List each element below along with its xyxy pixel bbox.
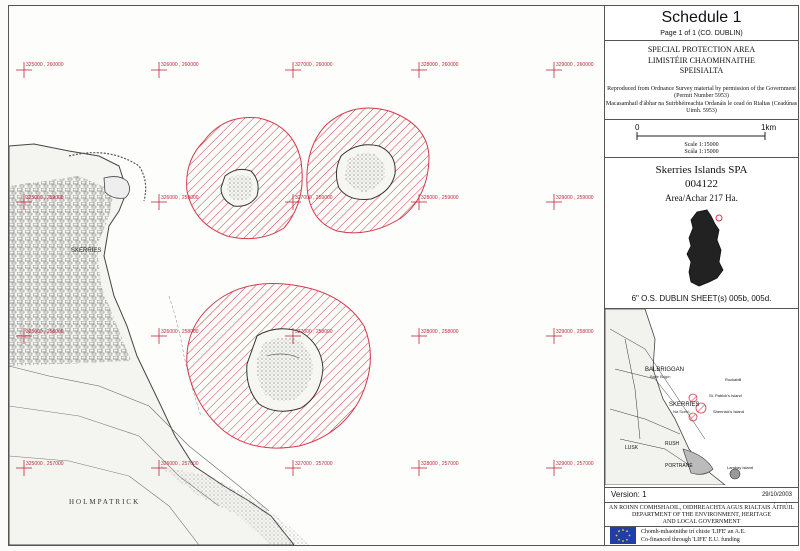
- site-cell: Skerries Islands SPA 004122 Area/Achar 2…: [605, 158, 798, 309]
- schedule-title: Schedule 1: [661, 9, 742, 26]
- locality-label: Rockabill: [725, 377, 741, 382]
- map-canvas: 325000 , 260000 326000 , 260000 327000 ,…: [9, 62, 594, 545]
- funding-ga: Chomh-mhaoinithe trí chiste 'LIFE' an A.…: [641, 529, 746, 535]
- locality-cell: BALBRIGGAN Baile Brigín SKERRIES Na Scei…: [605, 309, 798, 499]
- grid-label: 326000 , 259000: [161, 195, 199, 201]
- designation-ga-2: SPEISIALTA: [679, 66, 724, 75]
- locality-map: BALBRIGGAN Baile Brigín SKERRIES Na Scei…: [605, 309, 753, 485]
- scale-cell: 0 1km Scale 1:15000 Scála 1:15000: [605, 120, 798, 158]
- county-outline-map: [686, 209, 724, 287]
- version-label: Version: 1: [611, 490, 647, 499]
- scale-label-en: Scale 1:15000: [684, 142, 719, 148]
- dept-en: DEPARTMENT OF THE ENVIRONMENT, HERITAGE: [631, 512, 772, 518]
- designation-cell: SPECIAL PROTECTION AREA LIMISTÉIR CHAOMH…: [605, 41, 798, 120]
- locality-label: Na Sceirí: [673, 409, 690, 414]
- grid-label: 327000 , 259000: [295, 195, 333, 201]
- site-code: 004122: [685, 178, 718, 190]
- locality-label: RUSH: [665, 441, 680, 447]
- sheets-text: 6" O.S. DUBLIN SHEET(s) 005b, 005d.: [631, 294, 772, 303]
- grid-label: 328000 , 258000: [421, 329, 459, 335]
- dept-ga: AN ROINN COMHSHAOIL, OIDHREACHTA AGUS RI…: [609, 505, 794, 511]
- note-macasamhail: Macasamhail d'ábhar na Suirbhéireachta O…: [605, 101, 798, 114]
- grid-label: 328000 , 260000: [421, 62, 459, 68]
- site-name: Skerries Islands SPA: [655, 164, 748, 176]
- locality-label: Shennick's Island: [713, 409, 744, 414]
- grid-label: 325000 , 258000: [26, 329, 64, 335]
- schedule-page: Page 1 of 1 (CO. DUBLIN): [660, 30, 743, 37]
- eu-stars: [615, 529, 631, 542]
- schedule-cell: Schedule 1 Page 1 of 1 (CO. DUBLIN): [605, 6, 798, 41]
- locality-label: LUSK: [625, 445, 639, 451]
- grid-label: 326000 , 257000: [161, 461, 199, 467]
- locality-label: BALBRIGGAN: [645, 367, 684, 373]
- designation-ga: LIMISTÉIR CHAOMHNAITHE: [648, 56, 755, 65]
- legend-panel: Schedule 1 Page 1 of 1 (CO. DUBLIN) SPEC…: [604, 5, 799, 546]
- grid-label: 329000 , 258000: [556, 329, 594, 335]
- grid-label: 328000 , 259000: [421, 195, 459, 201]
- grid-label: 328000 , 257000: [421, 461, 459, 467]
- grid-label: 325000 , 260000: [26, 62, 64, 68]
- grid-label: 326000 , 258000: [161, 329, 199, 335]
- dept-en-2: AND LOCAL GOVERNMENT: [662, 519, 741, 525]
- map-townland-label: HOLMPATRICK: [69, 498, 140, 506]
- funding-en: Co-financed through 'LIFE' E.U. funding: [641, 537, 740, 543]
- locality-label: Baile Brigín: [650, 374, 670, 379]
- grid-label: 327000 , 260000: [295, 62, 333, 68]
- locality-label: Lambay Island: [727, 465, 753, 470]
- locality-label: PORTRANE: [665, 463, 693, 469]
- grid-label: 325000 , 259000: [26, 195, 64, 201]
- department-cell: AN ROINN COMHSHAOIL, OIDHREACHTA AGUS RI…: [605, 502, 798, 527]
- designation-en: SPECIAL PROTECTION AREA: [647, 45, 756, 54]
- scale-label-ga: Scála 1:15000: [684, 149, 719, 155]
- grid-label: 329000 , 260000: [556, 62, 594, 68]
- locality-label: St. Patrick's Island: [709, 393, 742, 398]
- note-reproduced: Reproduced from Ordnance Survey material…: [607, 86, 796, 99]
- main-map[interactable]: 325000 , 260000 326000 , 260000 327000 ,…: [8, 5, 605, 546]
- eu-flag-icon: [610, 527, 636, 544]
- grid-label: 326000 , 260000: [161, 62, 199, 68]
- version-date: 29/10/2003: [761, 492, 792, 498]
- grid-label: 327000 , 258000: [295, 329, 333, 335]
- grid-label: 329000 , 257000: [556, 461, 594, 467]
- funding-text: Chomh-mhaoinithe trí chiste 'LIFE' an A.…: [641, 528, 796, 544]
- locality-label: SKERRIES: [669, 402, 699, 408]
- grid-label: 329000 , 259000: [556, 195, 594, 201]
- grid-label: 327000 , 257000: [295, 461, 333, 467]
- map-sheet: 325000 , 260000 326000 , 260000 327000 ,…: [0, 0, 800, 551]
- map-town-label: SKERRIES: [71, 248, 101, 254]
- grid-label: 325000 , 257000: [26, 461, 64, 467]
